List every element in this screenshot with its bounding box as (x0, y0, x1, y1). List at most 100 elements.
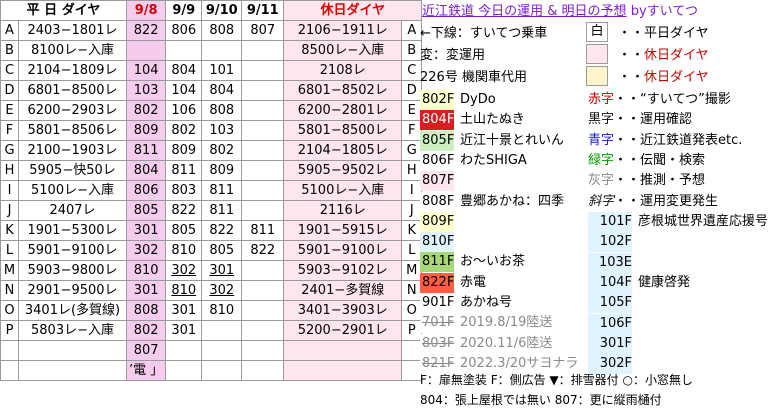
car-name: お〜いお茶 (460, 254, 526, 270)
loco-legend-row: 301F (588, 333, 638, 354)
car-cell (241, 260, 285, 281)
table-row: K 1901−5300レ 301 805 822 811 1901−5915レ K (0, 220, 423, 241)
car-cell: 103 (201, 120, 243, 141)
row-letter: K (0, 220, 19, 241)
holiday-diagram: 5200−2901レ (283, 320, 403, 341)
car-cell (165, 40, 203, 61)
car-cell: 807 (125, 340, 167, 361)
car-name: わたSHIGA (460, 152, 527, 168)
car-legend-row: 811F お〜いお茶 (420, 252, 526, 273)
car-legend-row: 701F 2019.8/19陸送 (420, 313, 553, 334)
car-legend-row: 805F 近江十景とれいん (420, 130, 564, 151)
car-legend-row: 810F (420, 232, 460, 253)
car-number: 811F (420, 252, 454, 273)
weekday-diagram: 6200−2903レ (18, 100, 127, 121)
row-letter: J (0, 200, 19, 221)
color-meaning: 運用確認 (640, 112, 693, 128)
car-cell: 810 (201, 300, 243, 321)
holiday-diagram: 2116レ (283, 200, 403, 221)
car-cell: 802 (125, 320, 167, 341)
car-number: 701F (420, 313, 454, 334)
row-letter: E (0, 100, 19, 121)
car-cell: 805 (125, 200, 167, 221)
empty-cell (241, 360, 285, 381)
car-number: 802F (420, 90, 454, 110)
weekday-diagram: 2403−1801レ (18, 20, 127, 41)
car-number: 806F (420, 150, 454, 171)
holiday-diagram: 8500レ−入庫 (283, 40, 403, 61)
row-letter: C (0, 60, 19, 81)
car-cell: 805 (165, 220, 203, 241)
car-cell: 301 (165, 320, 203, 341)
holiday-diagram: 5801−8500レ (283, 120, 403, 141)
row-letter: P (0, 320, 19, 341)
header-weekday: 平 日 ダイヤ (0, 0, 127, 21)
row-letter: F (0, 120, 19, 141)
car-name: 2019.8/19陸送 (460, 315, 553, 331)
row-letter: L (0, 240, 19, 261)
row-letter: B (0, 40, 19, 61)
legend-panel: 近江鉄道 今日の運用 & 明日の予想 byすいてつ ←下線：すいてつ乗車 変：変… (418, 0, 781, 413)
separator: ・・ (614, 112, 641, 128)
car-cell: 101 (201, 60, 243, 81)
table-row: L 5901−9100レ 302 810 805 822 5901−9100レ L (0, 240, 423, 261)
car-cell: 802 (201, 140, 243, 161)
empty-cell (18, 360, 127, 381)
car-cell: 811 (241, 220, 285, 241)
weekday-diagram: 5905−快50レ (18, 160, 127, 181)
car-cell: 804 (125, 160, 167, 181)
car-cell: 810 (165, 280, 203, 301)
car-cell: 804 (165, 60, 203, 81)
weekday-diagram: 5100レ−入庫 (18, 180, 127, 201)
separator: ・・ (614, 132, 641, 148)
empty-cell (201, 340, 243, 361)
separator: ・・ (614, 193, 641, 209)
legend-notes-2: 804：張上屋根では無い 807：更に縦雨樋付 (420, 393, 662, 407)
color-key: 灰字 (588, 173, 615, 189)
car-number: 804F (420, 110, 454, 131)
car-legend-row: 822F 赤電 (420, 272, 487, 293)
car-cell (241, 120, 285, 141)
color-legend-row: 青字・・近江鉄道発表etc. (588, 131, 742, 151)
car-cell (241, 80, 285, 101)
row-letter: M (0, 260, 19, 281)
car-cell (241, 280, 285, 301)
car-cell: 103 (125, 80, 167, 101)
color-meaning: “すいてつ”撮影 (640, 92, 731, 107)
car-legend-row: 804F 土山たぬき (420, 110, 525, 131)
color-legend-row: 灰字・・推測・予想 (588, 171, 705, 191)
car-cell: 301 (125, 220, 167, 241)
car-cell: 807 (241, 20, 285, 41)
car-cell (241, 300, 285, 321)
holiday-diagram: 5905−9502レ (283, 160, 403, 181)
car-cell (241, 60, 285, 81)
legend-author: byすいてつ (630, 4, 698, 19)
car-cell: 809 (165, 140, 203, 161)
mini-holiday2-text: 休日ダイヤ (644, 70, 709, 85)
car-cell: 822 (201, 220, 243, 241)
car-cell (241, 40, 285, 61)
holiday-diagram: 2108レ (283, 60, 403, 81)
car-name: 赤電 (460, 274, 487, 290)
car-name: 2022.3/20サヨナラ (460, 355, 579, 371)
weekday-diagram: 5903−9800レ (18, 260, 127, 281)
empty-cell (0, 360, 19, 381)
holiday-diagram (283, 340, 403, 361)
loco-number: 101F (588, 212, 632, 232)
header-holiday: 休日ダイヤ (283, 0, 423, 21)
car-number: 822F (420, 272, 454, 293)
mini-holiday-box (586, 44, 608, 64)
holiday-diagram: 2106−1911レ (283, 20, 403, 41)
row-letter: A (0, 20, 19, 41)
car-cell: 822 (241, 240, 285, 261)
car-cell: 106 (165, 100, 203, 121)
car-number: 807F (420, 171, 454, 192)
car-cell: 104 (125, 60, 167, 81)
table-row: I 5100レ−入庫 806 803 811 5100レ−入庫 I (0, 180, 423, 201)
row-letter: I (0, 180, 19, 201)
loco-number: 105F (588, 293, 632, 314)
car-cell: 803 (165, 180, 203, 201)
extra-row: 807 (0, 340, 423, 361)
header-date-1: 9/8 (125, 0, 167, 21)
header-date-3: 9/10 (201, 0, 243, 21)
